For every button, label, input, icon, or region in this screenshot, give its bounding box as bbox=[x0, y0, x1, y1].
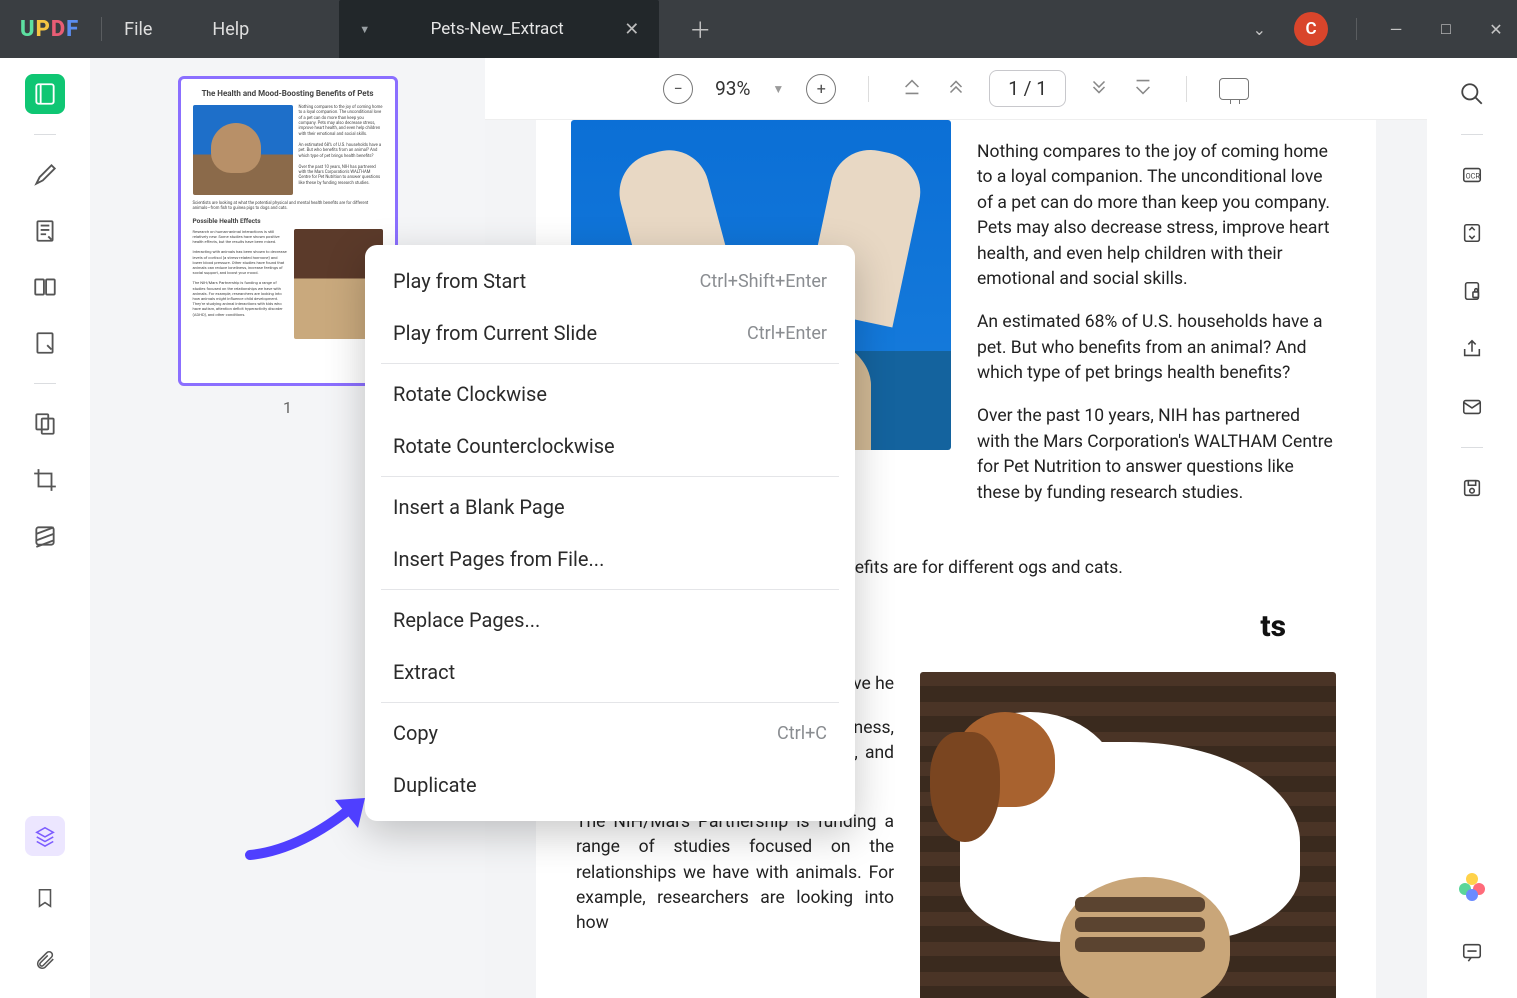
document-tab[interactable]: ▼ Pets-New_Extract ✕ bbox=[339, 0, 659, 58]
edit-tool[interactable] bbox=[25, 211, 65, 251]
left-toolbar bbox=[0, 58, 90, 998]
tabs-overflow-icon[interactable]: ⌄ bbox=[1253, 20, 1266, 39]
save-button[interactable] bbox=[1454, 470, 1490, 506]
zoom-level: 93% bbox=[715, 77, 750, 100]
prev-page-button[interactable] bbox=[945, 76, 967, 102]
bookmark-tool[interactable] bbox=[25, 878, 65, 918]
redact-tool[interactable] bbox=[25, 516, 65, 556]
menu-insert-pages-from-file[interactable]: Insert Pages from File... bbox=[365, 533, 855, 585]
ocr-button[interactable]: OCR bbox=[1454, 157, 1490, 193]
share-button[interactable] bbox=[1454, 331, 1490, 367]
menu-rotate-counterclockwise[interactable]: Rotate Counterclockwise bbox=[365, 420, 855, 472]
zoom-dropdown-icon[interactable]: ▼ bbox=[772, 82, 784, 96]
crop-tool[interactable] bbox=[25, 460, 65, 500]
doc-body-3: The NIH/Mars Partnership is funding a ra… bbox=[576, 810, 894, 937]
organize-tool[interactable] bbox=[25, 404, 65, 444]
form-tool[interactable] bbox=[25, 323, 65, 363]
user-avatar[interactable]: C bbox=[1294, 12, 1328, 46]
search-button[interactable] bbox=[1454, 76, 1490, 112]
doc-paragraph-2: An estimated 68% of U.S. households have… bbox=[977, 310, 1336, 386]
new-tab-button[interactable]: ＋ bbox=[689, 13, 711, 45]
layers-tool[interactable] bbox=[25, 816, 65, 856]
menu-extract[interactable]: Extract bbox=[365, 646, 855, 698]
menu-help[interactable]: Help bbox=[212, 19, 249, 40]
page-tool[interactable] bbox=[25, 267, 65, 307]
menu-duplicate[interactable]: Duplicate bbox=[365, 759, 855, 811]
app-logo: UPDF bbox=[20, 17, 79, 42]
page-indicator[interactable]: 1 / 1 bbox=[989, 70, 1066, 107]
next-page-button[interactable] bbox=[1088, 76, 1110, 102]
svg-text:OCR: OCR bbox=[1466, 172, 1481, 181]
window-close-button[interactable]: ✕ bbox=[1485, 20, 1507, 39]
zoom-in-button[interactable]: + bbox=[806, 74, 836, 104]
comment-tool[interactable] bbox=[25, 155, 65, 195]
first-page-button[interactable] bbox=[901, 76, 923, 102]
doc-paragraph-1: Nothing compares to the joy of coming ho… bbox=[977, 140, 1336, 292]
protect-button[interactable] bbox=[1454, 273, 1490, 309]
title-bar: UPDF File Help ▼ Pets-New_Extract ✕ ＋ ⌄ … bbox=[0, 0, 1517, 58]
body-image-dog-cat bbox=[920, 672, 1336, 998]
annotation-arrow bbox=[240, 790, 380, 869]
menu-insert-blank-page[interactable]: Insert a Blank Page bbox=[365, 481, 855, 533]
window-maximize-button[interactable]: □ bbox=[1435, 19, 1457, 39]
ai-assistant-button[interactable] bbox=[1454, 868, 1490, 904]
window-minimize-button[interactable]: ― bbox=[1385, 20, 1407, 39]
convert-button[interactable] bbox=[1454, 215, 1490, 251]
page-toolbar: − 93% ▼ + 1 / 1 bbox=[485, 58, 1427, 120]
reader-tool[interactable] bbox=[25, 74, 65, 114]
attachment-tool[interactable] bbox=[25, 940, 65, 980]
menu-play-from-current[interactable]: Play from Current Slide Ctrl+Enter bbox=[365, 307, 855, 359]
last-page-button[interactable] bbox=[1132, 76, 1154, 102]
slideshow-button[interactable] bbox=[1219, 78, 1249, 100]
right-toolbar: OCR bbox=[1427, 58, 1517, 998]
thumb-image-cat bbox=[193, 105, 293, 195]
menu-copy[interactable]: Copy Ctrl+C bbox=[365, 707, 855, 759]
menu-rotate-clockwise[interactable]: Rotate Clockwise bbox=[365, 368, 855, 420]
tab-title: Pets-New_Extract bbox=[400, 19, 594, 39]
chat-button[interactable] bbox=[1454, 934, 1490, 970]
tab-close-icon[interactable]: ✕ bbox=[624, 19, 639, 40]
doc-paragraph-3: Over the past 10 years, NIH has partnere… bbox=[977, 404, 1336, 506]
email-button[interactable] bbox=[1454, 389, 1490, 425]
zoom-out-button[interactable]: − bbox=[663, 74, 693, 104]
tab-dropdown-icon[interactable]: ▼ bbox=[359, 23, 370, 36]
context-menu: Play from Start Ctrl+Shift+Enter Play fr… bbox=[365, 245, 855, 821]
menu-file[interactable]: File bbox=[124, 19, 152, 40]
menu-replace-pages[interactable]: Replace Pages... bbox=[365, 594, 855, 646]
menu-play-from-start[interactable]: Play from Start Ctrl+Shift+Enter bbox=[365, 255, 855, 307]
